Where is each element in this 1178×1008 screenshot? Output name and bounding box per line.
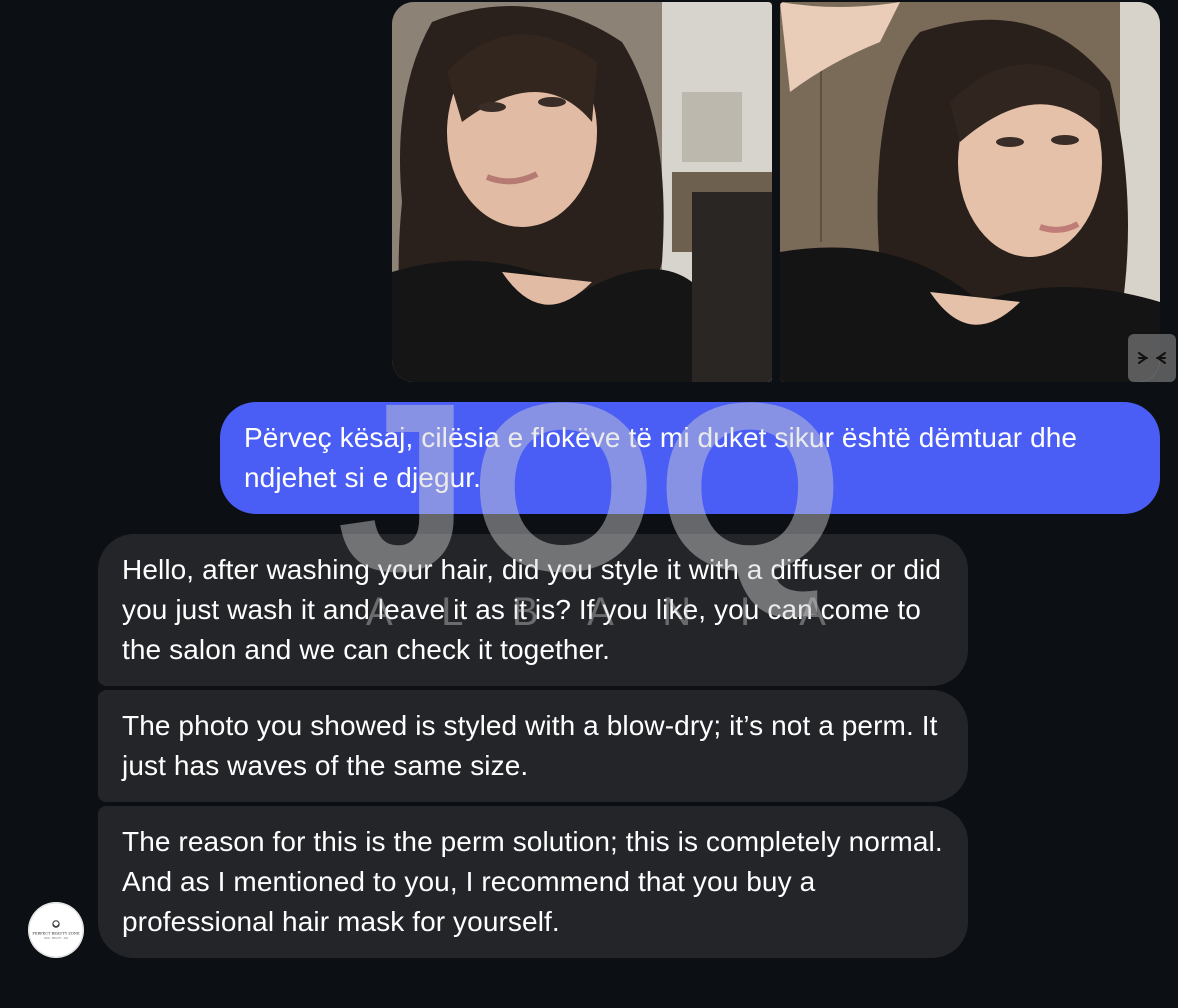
message-text: Përveç kësaj, cilësia e flokëve të mi du… [244, 422, 1078, 493]
photo-attachment-2[interactable] [780, 2, 1160, 382]
photo-image [392, 2, 772, 382]
collapse-arrows-icon [1138, 352, 1166, 364]
salon-logo: PERFECT BEAUTY ZONE HAIR · BEAUTY · SPA [28, 902, 84, 958]
incoming-message-bubble[interactable]: The photo you showed is styled with a bl… [98, 690, 968, 802]
sender-avatar[interactable]: PERFECT BEAUTY ZONE HAIR · BEAUTY · SPA [28, 902, 84, 958]
incoming-message-bubble[interactable]: The reason for this is the perm solution… [98, 806, 968, 958]
photo-image [780, 2, 1160, 382]
collapse-button[interactable] [1128, 334, 1176, 382]
svg-text:HAIR · BEAUTY · SPA: HAIR · BEAUTY · SPA [44, 937, 69, 940]
outgoing-message-bubble[interactable]: Përveç kësaj, cilësia e flokëve të mi du… [220, 402, 1160, 514]
photo-attachment-1[interactable] [392, 2, 772, 382]
message-text: Hello, after washing your hair, did you … [122, 554, 941, 665]
incoming-message-bubble[interactable]: Hello, after washing your hair, did you … [98, 534, 968, 686]
message-text: The photo you showed is styled with a bl… [122, 710, 938, 781]
svg-text:PERFECT BEAUTY ZONE: PERFECT BEAUTY ZONE [32, 932, 80, 936]
message-text: The reason for this is the perm solution… [122, 826, 943, 937]
